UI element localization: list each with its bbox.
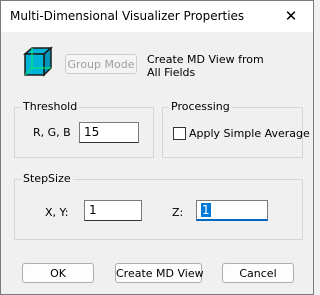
description-line-2: All Fields bbox=[147, 66, 196, 79]
stepsize-group-label: StepSize bbox=[21, 172, 73, 185]
create-md-view-button[interactable]: Create MD View bbox=[115, 263, 204, 283]
close-icon: ✕ bbox=[284, 7, 298, 25]
description-line-1: Create MD View from bbox=[147, 53, 264, 66]
title-bar: Multi-Dimensional Visualizer Properties … bbox=[1, 1, 313, 32]
threshold-group-label: Threshold bbox=[21, 100, 80, 113]
stepsize-z-input[interactable]: 1 bbox=[196, 200, 268, 221]
stepsize-xy-input[interactable]: 1 bbox=[84, 200, 142, 221]
window-title: Multi-Dimensional Visualizer Properties bbox=[10, 9, 245, 23]
cancel-button[interactable]: Cancel bbox=[222, 263, 294, 283]
processing-group-label: Processing bbox=[169, 100, 232, 113]
ok-button[interactable]: OK bbox=[22, 263, 94, 283]
rgb-label: R, G, B bbox=[33, 126, 71, 139]
threshold-rgb-input[interactable]: 15 bbox=[79, 122, 139, 143]
z-label: Z: bbox=[172, 206, 184, 219]
cube-icon bbox=[23, 46, 53, 77]
apply-simple-average-checkbox[interactable] bbox=[173, 127, 186, 140]
properties-dialog: Multi-Dimensional Visualizer Properties … bbox=[0, 0, 314, 295]
close-button[interactable]: ✕ bbox=[269, 1, 313, 32]
group-mode-button[interactable]: Group Mode bbox=[65, 54, 137, 74]
apply-simple-average-label[interactable]: Apply Simple Average bbox=[189, 127, 310, 140]
xy-label: X, Y: bbox=[45, 206, 69, 219]
stepsize-z-selected-text: 1 bbox=[201, 203, 211, 217]
